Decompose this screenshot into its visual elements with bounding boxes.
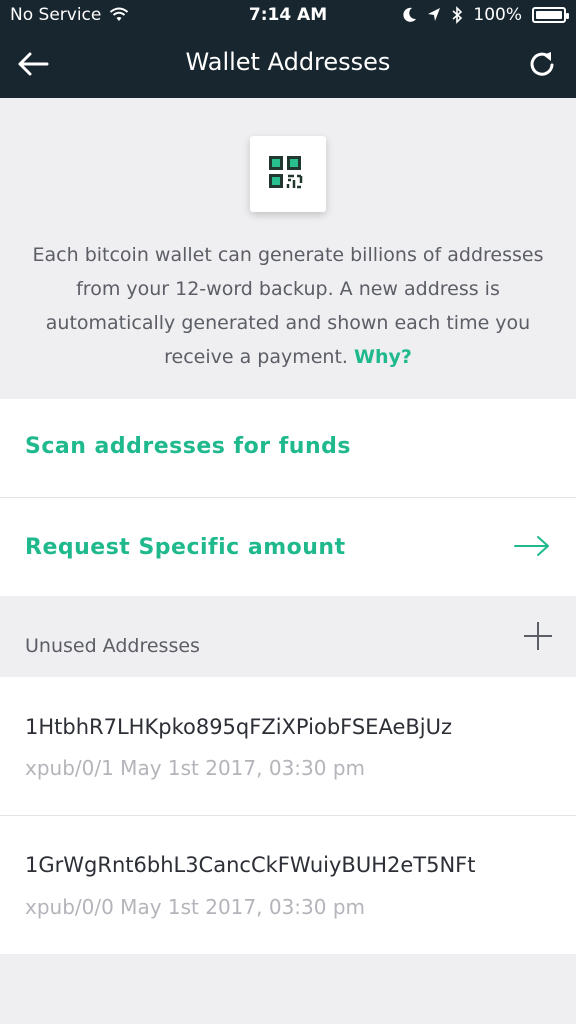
intro-description: Each bitcoin wallet can generate billion… [32, 244, 544, 368]
address-row[interactable]: 1GrWgRnt6bhL3CancCkFWuiyBUH2eT5NFt xpub/… [0, 816, 576, 954]
address-value: 1HtbhR7LHKpko895qFZiXPiobFSEAeBjUz [25, 715, 453, 739]
location-arrow-icon [428, 8, 441, 21]
address-value: 1GrWgRnt6bhL3CancCkFWuiyBUH2eT5NFt [25, 853, 476, 877]
address-meta: xpub/0/1 May 1st 2017, 03:30 pm [25, 756, 366, 780]
battery-fill [536, 11, 562, 19]
battery-icon [532, 7, 569, 23]
request-amount-row[interactable]: Request Specific amount [0, 498, 576, 596]
status-right: 100% [403, 5, 569, 25]
plus-icon [524, 622, 552, 650]
request-amount-label: Request Specific amount [25, 535, 346, 560]
intro-text: Each bitcoin wallet can generate billion… [20, 238, 556, 374]
moon-icon [403, 7, 417, 22]
unused-addresses-title: Unused Addresses [25, 635, 200, 657]
battery-percent: 100% [473, 5, 522, 25]
refresh-icon [530, 52, 554, 76]
top-bar: No Service 7:14 AM 100% Wallet Addresses [0, 0, 576, 98]
status-bar: No Service 7:14 AM 100% [0, 0, 576, 32]
scan-addresses-row[interactable]: Scan addresses for funds [0, 399, 576, 497]
address-meta: xpub/0/0 May 1st 2017, 03:30 pm [25, 895, 366, 919]
address-row[interactable]: 1HtbhR7LHKpko895qFZiXPiobFSEAeBjUz xpub/… [0, 677, 576, 815]
page-title: Wallet Addresses [185, 48, 391, 76]
scan-addresses-label: Scan addresses for funds [25, 434, 351, 459]
refresh-button[interactable] [522, 44, 562, 84]
qr-code-card [250, 136, 326, 212]
why-link[interactable]: Why? [354, 346, 412, 368]
arrow-right-icon [514, 536, 549, 556]
add-address-button[interactable] [520, 618, 556, 654]
qr-code-icon [269, 156, 303, 189]
bluetooth-icon [452, 6, 463, 24]
